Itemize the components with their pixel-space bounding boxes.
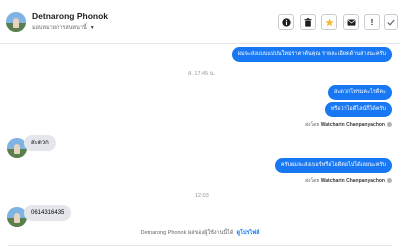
delete-button[interactable] [300, 14, 316, 30]
info-button[interactable] [278, 14, 294, 30]
conversation-header: Detnarong Phonok มอบหมายการสนทนานี้ ▼ ! [0, 0, 400, 44]
view-profile-link[interactable]: ดูโปรไฟล์ [237, 230, 260, 236]
caret-down-icon: ▼ [89, 25, 95, 31]
sender-avatar [387, 122, 392, 127]
sent-by-label: ส่งโดย Watcharin Chanpanyachon [305, 121, 392, 129]
sender-name[interactable]: Watcharin Chanpanyachon [321, 178, 385, 184]
incoming-message[interactable]: สะดวก [24, 135, 56, 151]
assign-conversation-dropdown[interactable]: มอบหมายการสนทนานี้ ▼ [32, 24, 95, 32]
star-button[interactable] [321, 14, 337, 30]
conversation-footer: Detnarong Phonok ผลของผู้ใช้งานนี้ได้ ดูโ… [0, 229, 400, 237]
timestamp: 12:03 [195, 193, 209, 199]
sender-name[interactable]: Watcharin Chanpanyachon [321, 122, 385, 128]
outgoing-message[interactable]: หรือว่าไอดีไลน์ก็ได้ครับ [324, 102, 392, 117]
outgoing-message[interactable]: ครับผมจะส่งเบอร์หรือไอดีต่อไปได้เลยนะครั… [274, 158, 392, 173]
sent-by-label: ส่งโดย Watcharin Chanpanyachon [305, 177, 392, 185]
sent-by-prefix: ส่งโดย [304, 122, 320, 128]
mark-done-button[interactable] [384, 14, 398, 30]
footer-text: Detnarong Phonok ผลของผู้ใช้งานนี้ได้ [140, 230, 234, 236]
star-icon [324, 17, 334, 26]
check-icon [387, 19, 395, 26]
spam-button[interactable]: ! [364, 14, 380, 30]
contact-name[interactable]: Detnarong Phonok [32, 11, 108, 21]
outgoing-message[interactable]: สะดวกโทรมคะไรดีคะ [327, 85, 392, 100]
envelope-icon [347, 18, 355, 26]
trash-icon [304, 17, 312, 27]
exclamation-icon: ! [370, 17, 374, 27]
sender-avatar [387, 178, 392, 183]
incoming-message[interactable]: 0614316435 [24, 205, 72, 221]
sent-by-prefix: ส่งโดย [304, 178, 320, 184]
timestamp: ส. 17:45 น. [188, 71, 215, 77]
outgoing-message[interactable]: ผมจะส่งแบบแปปนใหม่ราคาต้นคุณ รายละเอียดด… [231, 47, 392, 62]
assign-conversation-label: มอบหมายการสนทนานี้ [32, 25, 87, 31]
mark-unread-button[interactable] [343, 14, 359, 30]
divider [8, 245, 392, 246]
info-icon [281, 17, 291, 27]
contact-avatar[interactable] [6, 12, 26, 32]
